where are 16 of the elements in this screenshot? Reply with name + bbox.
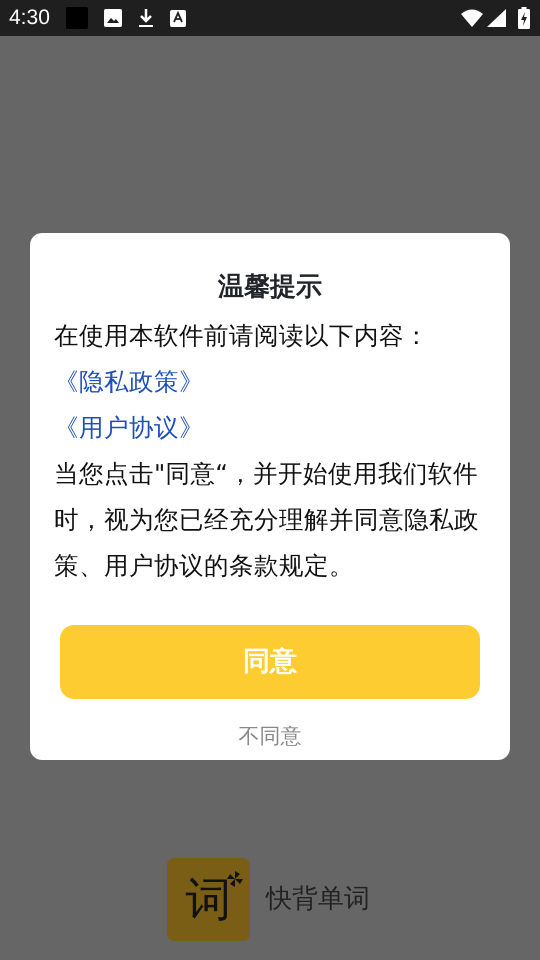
app-logo: 词: [167, 858, 250, 941]
consent-text: 当您点击"同意“，并开始使用我们软件时，视为您已经充分理解并同意隐私政策、用户协议的条款规定。: [54, 458, 480, 582]
text-icon: [170, 10, 186, 26]
wifi-icon: [461, 9, 483, 27]
download-icon: [138, 8, 154, 28]
policy-link[interactable]: 《隐私政策》: [54, 358, 204, 405]
intro-text: 在使用本软件前请阅读以下内容：: [54, 320, 430, 352]
clock: 4:30: [9, 5, 50, 32]
signal-icon: [487, 9, 506, 27]
decline-link[interactable]: 不同意: [238, 720, 302, 752]
policy-link[interactable]: 《用户协议》: [54, 404, 204, 451]
battery-icon: [518, 7, 530, 29]
app-name: 快背单词: [266, 883, 370, 916]
image-icon: [104, 9, 122, 27]
dialog-title: 温馨提示: [216, 271, 323, 304]
notification-icon: [66, 7, 88, 29]
